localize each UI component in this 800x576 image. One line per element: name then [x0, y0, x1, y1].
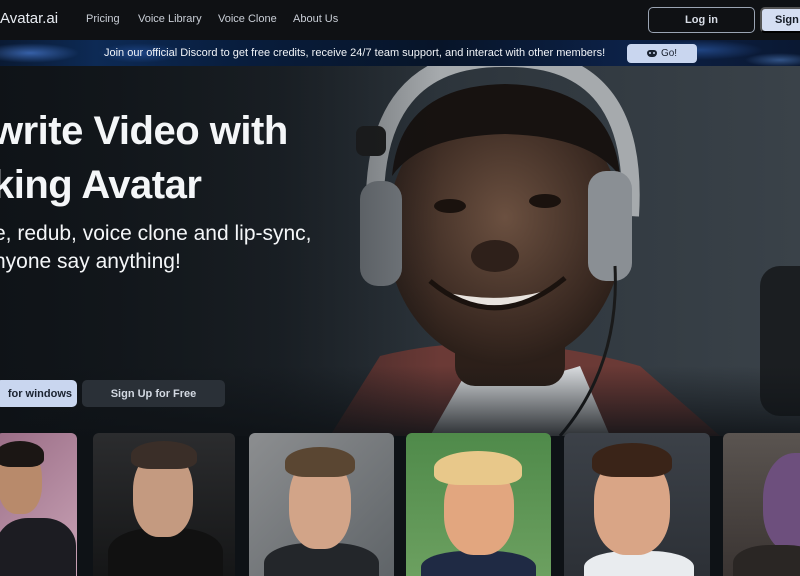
- signup-button[interactable]: Sign Up: [760, 7, 800, 33]
- hero-title-line2: king Avatar: [0, 163, 202, 207]
- go-label: Go!: [660, 48, 678, 59]
- avatar-thumbnail[interactable]: [723, 433, 800, 576]
- hero-subtitle-line2: nyone say anything!: [0, 250, 181, 273]
- thumbnail-hair: [285, 447, 355, 477]
- thumbnail-hair: [592, 443, 672, 477]
- thumbnail-figure: [0, 518, 76, 576]
- avatar-thumbnail[interactable]: [93, 433, 235, 576]
- discord-icon: [646, 50, 657, 57]
- signup-free-button[interactable]: Sign Up for Free: [82, 380, 225, 407]
- avatar-thumbnail[interactable]: [564, 433, 710, 576]
- thumbnail-figure: [733, 545, 800, 576]
- download-windows-button[interactable]: for windows: [0, 380, 77, 407]
- avatar-thumbnail[interactable]: [0, 433, 77, 576]
- login-button[interactable]: Log in: [648, 7, 755, 33]
- nav-link-about-us[interactable]: About Us: [293, 13, 338, 25]
- discord-go-button[interactable]: Go!: [627, 44, 697, 63]
- thumbnail-hair: [0, 441, 44, 467]
- hero-title-line1: write Video with: [0, 109, 288, 153]
- hero-subtitle-line1: e, redub, voice clone and lip-sync,: [0, 222, 312, 245]
- hero-title: write Video with king Avatar: [0, 104, 288, 212]
- banner-text: Join our official Discord to get free cr…: [104, 47, 606, 59]
- nav-link-pricing[interactable]: Pricing: [86, 13, 120, 25]
- nav-link-voice-clone[interactable]: Voice Clone: [218, 13, 277, 25]
- avatar-thumbnail[interactable]: [406, 433, 551, 576]
- nav-link-voice-library[interactable]: Voice Library: [138, 13, 202, 25]
- thumbnail-hair: [434, 451, 522, 485]
- thumbnail-hair: [131, 441, 197, 469]
- thumbnail-face: [763, 453, 800, 553]
- top-nav: Avatar.ai Pricing Voice Library Voice Cl…: [0, 0, 800, 40]
- brand-logo[interactable]: Avatar.ai: [0, 10, 58, 27]
- hero-subtitle: e, redub, voice clone and lip-sync, nyon…: [0, 220, 312, 276]
- avatar-thumbnail[interactable]: [249, 433, 394, 576]
